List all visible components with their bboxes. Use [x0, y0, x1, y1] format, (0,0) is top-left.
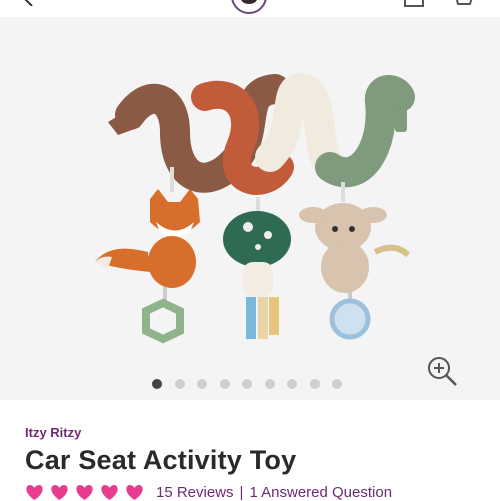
heart-icon [101, 485, 118, 501]
zoom-in-icon[interactable] [424, 353, 460, 389]
carousel-dot[interactable] [332, 379, 342, 389]
heart-icon [126, 485, 143, 501]
carousel-dot[interactable] [197, 379, 207, 389]
heart-icon [51, 485, 68, 501]
carousel-dot[interactable] [287, 379, 297, 389]
brand-logo[interactable] [231, 0, 267, 14]
back-arrow-icon[interactable] [22, 0, 36, 6]
carousel-pagination [152, 379, 342, 393]
rating-summary: 15 Reviews | 1 Answered Question [25, 484, 392, 501]
carousel-dot[interactable] [219, 379, 230, 389]
carousel-dot[interactable] [264, 379, 275, 389]
product-image [95, 73, 415, 344]
rating-hearts[interactable] [25, 484, 144, 501]
heart-icon [76, 485, 93, 501]
account-icon[interactable] [403, 0, 425, 8]
answered-questions-link[interactable]: 1 Answered Question [249, 484, 392, 501]
product-title: Car Seat Activity Toy [25, 445, 297, 475]
top-nav-bar [0, 0, 500, 14]
carousel-dot[interactable] [152, 379, 162, 389]
reviews-link[interactable]: 15 Reviews [156, 484, 234, 501]
brand-name-link[interactable]: Itzy Ritzy [25, 425, 81, 440]
product-image-gallery[interactable] [0, 17, 500, 400]
separator: | [239, 484, 244, 501]
carousel-dot[interactable] [174, 379, 185, 389]
carousel-dot[interactable] [309, 379, 320, 389]
heart-icon [26, 485, 43, 501]
cart-icon[interactable] [450, 0, 474, 8]
carousel-dot[interactable] [242, 379, 252, 389]
